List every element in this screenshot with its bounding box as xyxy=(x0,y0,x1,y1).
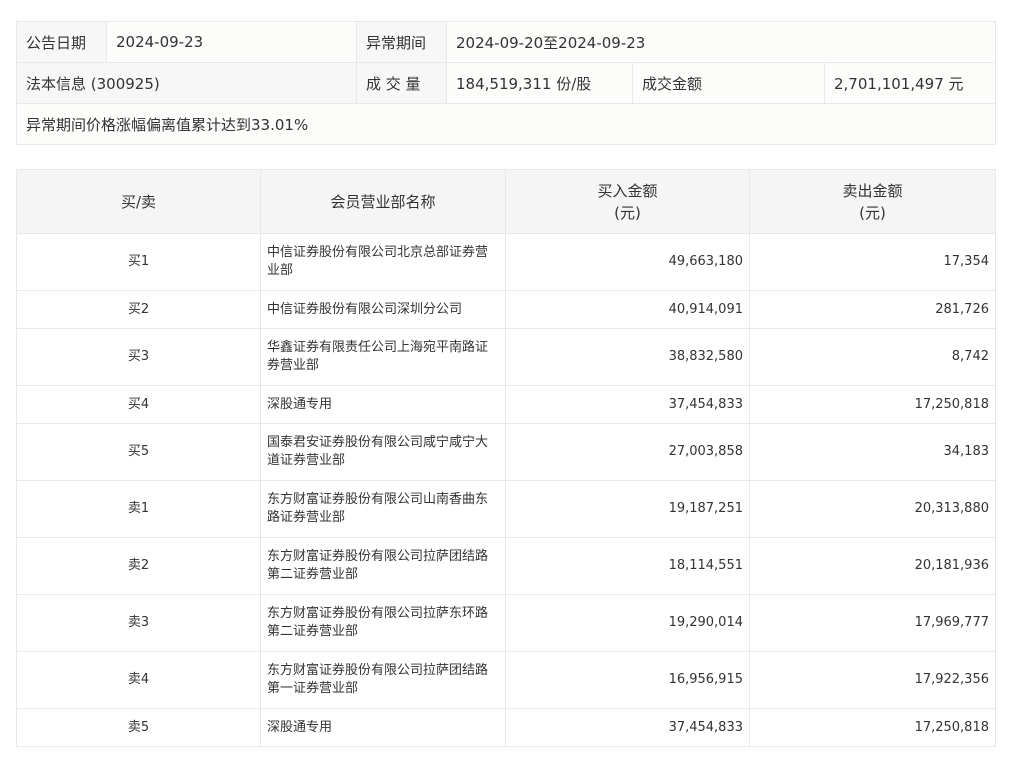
info-row-dates: 公告日期 2024-09-23 异常期间 2024-09-20至2024-09-… xyxy=(16,21,996,63)
row-sell-amount: 17,922,356 xyxy=(749,651,996,709)
row-side: 买3 xyxy=(16,328,261,386)
row-buy-amount: 19,290,014 xyxy=(505,594,750,652)
row-sell-amount: 17,250,818 xyxy=(749,708,996,747)
row-buy-amount: 37,454,833 xyxy=(505,708,750,747)
row-branch-name: 中信证券股份有限公司北京总部证券营业部 xyxy=(260,233,506,291)
info-row-volume: 法本信息 (300925) 成 交 量 184,519,311 份/股 成交金额… xyxy=(16,62,996,104)
row-sell-amount: 281,726 xyxy=(749,290,996,329)
row-branch-name: 东方财富证券股份有限公司拉萨团结路第一证券营业部 xyxy=(260,651,506,709)
volume-value: 184,519,311 份/股 xyxy=(446,62,633,104)
row-sell-amount: 20,181,936 xyxy=(749,537,996,595)
header-sell-amount-unit: (元) xyxy=(859,203,886,222)
header-buy-amount-unit: (元) xyxy=(614,203,641,222)
table-row: 买1 中信证券股份有限公司北京总部证券营业部 49,663,180 17,354 xyxy=(16,233,996,291)
row-branch-name: 深股通专用 xyxy=(260,385,506,424)
abnormal-period-value: 2024-09-20至2024-09-23 xyxy=(446,21,996,63)
table-row: 卖3 东方财富证券股份有限公司拉萨东环路第二证券营业部 19,290,014 1… xyxy=(16,594,996,652)
row-side: 卖4 xyxy=(16,651,261,709)
volume-label: 成 交 量 xyxy=(356,62,447,104)
table-row: 买4 深股通专用 37,454,833 17,250,818 xyxy=(16,385,996,424)
row-sell-amount: 17,969,777 xyxy=(749,594,996,652)
row-branch-name: 深股通专用 xyxy=(260,708,506,747)
header-sell-amount: 卖出金额 (元) xyxy=(749,169,996,234)
table-header-row: 买/卖 会员营业部名称 买入金额 (元) 卖出金额 (元) xyxy=(16,169,996,234)
row-branch-name: 中信证券股份有限公司深圳分公司 xyxy=(260,290,506,329)
row-branch-name: 华鑫证券有限责任公司上海宛平南路证券营业部 xyxy=(260,328,506,386)
row-side: 卖2 xyxy=(16,537,261,595)
table-row: 卖5 深股通专用 37,454,833 17,250,818 xyxy=(16,708,996,747)
stock-info-table: 公告日期 2024-09-23 异常期间 2024-09-20至2024-09-… xyxy=(16,21,996,145)
row-sell-amount: 17,354 xyxy=(749,233,996,291)
row-buy-amount: 38,832,580 xyxy=(505,328,750,386)
row-side: 卖5 xyxy=(16,708,261,747)
header-branch-name: 会员营业部名称 xyxy=(260,169,506,234)
row-buy-amount: 19,187,251 xyxy=(505,480,750,538)
row-buy-amount: 40,914,091 xyxy=(505,290,750,329)
abnormal-reason: 异常期间价格涨幅偏离值累计达到33.01% xyxy=(16,103,996,145)
row-sell-amount: 34,183 xyxy=(749,423,996,481)
row-side: 卖1 xyxy=(16,480,261,538)
turnover-label: 成交金额 xyxy=(632,62,825,104)
table-row: 卖1 东方财富证券股份有限公司山南香曲东路证券营业部 19,187,251 20… xyxy=(16,480,996,538)
header-buy-amount-label: 买入金额 xyxy=(597,181,658,200)
table-row: 买5 国泰君安证券股份有限公司咸宁咸宁大道证券营业部 27,003,858 34… xyxy=(16,423,996,481)
row-branch-name: 东方财富证券股份有限公司山南香曲东路证券营业部 xyxy=(260,480,506,538)
row-side: 买1 xyxy=(16,233,261,291)
table-row: 卖4 东方财富证券股份有限公司拉萨团结路第一证券营业部 16,956,915 1… xyxy=(16,651,996,709)
row-buy-amount: 37,454,833 xyxy=(505,385,750,424)
announce-date-label: 公告日期 xyxy=(16,21,107,63)
header-sell-amount-label: 卖出金额 xyxy=(842,181,903,200)
row-branch-name: 东方财富证券股份有限公司拉萨东环路第二证券营业部 xyxy=(260,594,506,652)
row-side: 卖3 xyxy=(16,594,261,652)
row-buy-amount: 16,956,915 xyxy=(505,651,750,709)
announce-date-value: 2024-09-23 xyxy=(106,21,357,63)
table-row: 卖2 东方财富证券股份有限公司拉萨团结路第二证券营业部 18,114,551 2… xyxy=(16,537,996,595)
row-buy-amount: 18,114,551 xyxy=(505,537,750,595)
row-sell-amount: 8,742 xyxy=(749,328,996,386)
header-side: 买/卖 xyxy=(16,169,261,234)
row-side: 买4 xyxy=(16,385,261,424)
info-row-reason: 异常期间价格涨幅偏离值累计达到33.01% xyxy=(16,103,996,145)
trading-seats-table: 买/卖 会员营业部名称 买入金额 (元) 卖出金额 (元) 买1 中信证券股份有… xyxy=(16,169,996,747)
table-row: 买2 中信证券股份有限公司深圳分公司 40,914,091 281,726 xyxy=(16,290,996,329)
turnover-value: 2,701,101,497 元 xyxy=(824,62,996,104)
row-branch-name: 东方财富证券股份有限公司拉萨团结路第二证券营业部 xyxy=(260,537,506,595)
row-buy-amount: 27,003,858 xyxy=(505,423,750,481)
stock-info-value: 法本信息 (300925) xyxy=(16,62,357,104)
row-sell-amount: 17,250,818 xyxy=(749,385,996,424)
row-buy-amount: 49,663,180 xyxy=(505,233,750,291)
row-branch-name: 国泰君安证券股份有限公司咸宁咸宁大道证券营业部 xyxy=(260,423,506,481)
row-sell-amount: 20,313,880 xyxy=(749,480,996,538)
table-row: 买3 华鑫证券有限责任公司上海宛平南路证券营业部 38,832,580 8,74… xyxy=(16,328,996,386)
row-side: 买2 xyxy=(16,290,261,329)
abnormal-period-label: 异常期间 xyxy=(356,21,447,63)
row-side: 买5 xyxy=(16,423,261,481)
header-buy-amount: 买入金额 (元) xyxy=(505,169,750,234)
